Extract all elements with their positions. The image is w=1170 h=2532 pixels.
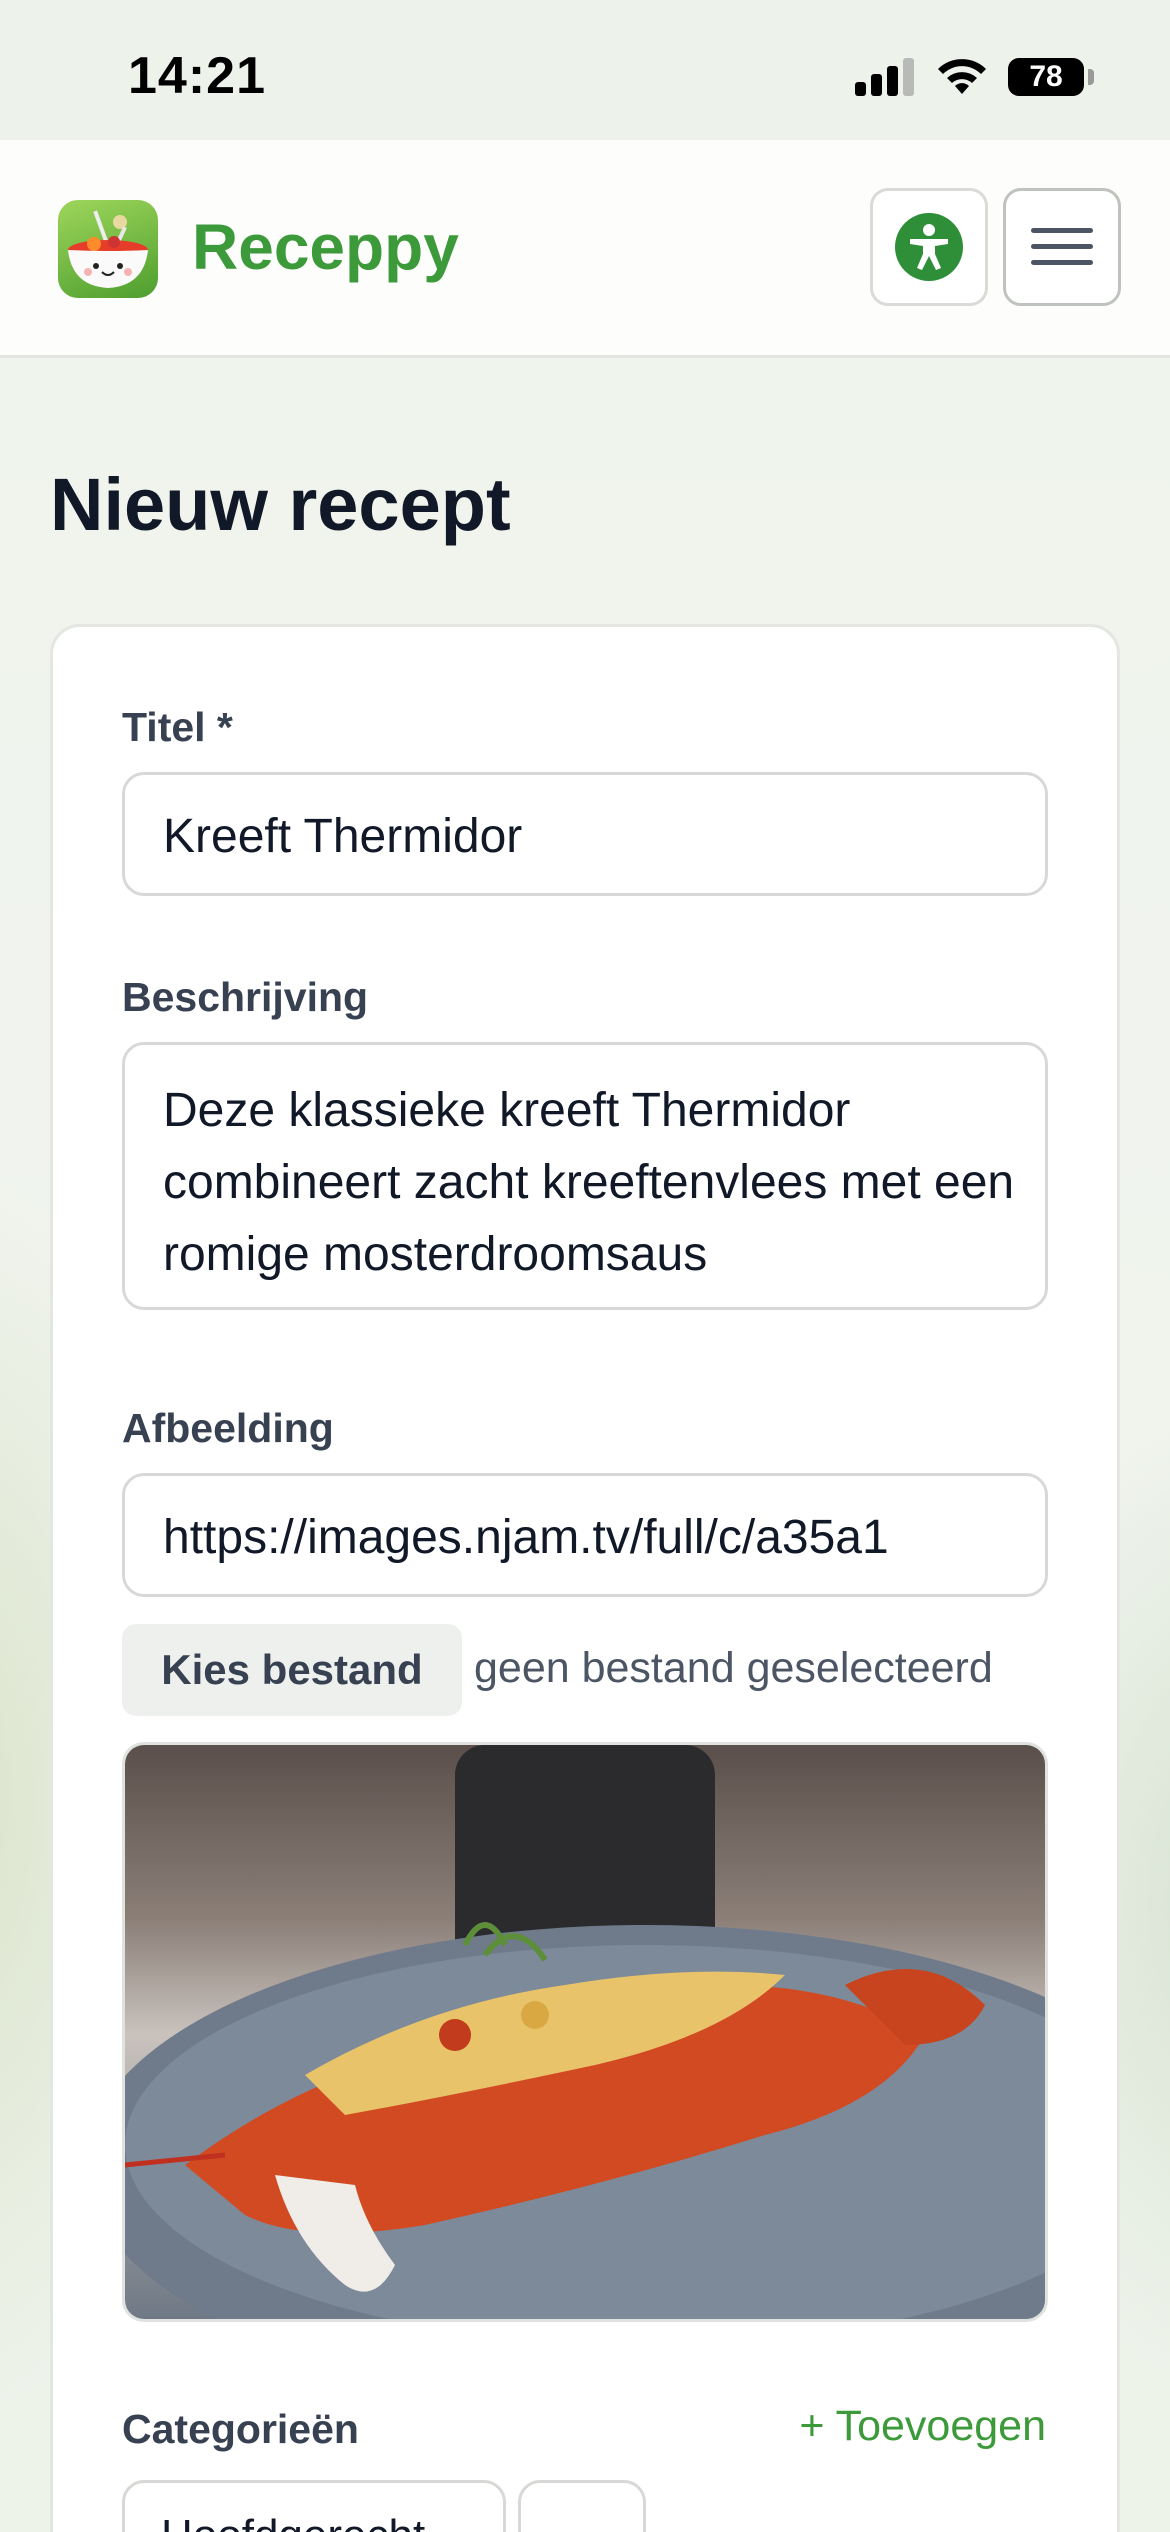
description-textarea[interactable]: Deze klassieke kreeft Thermidor combinee… bbox=[122, 1042, 1048, 1310]
image-url-input[interactable]: https://images.njam.tv/full/c/a35a1 bbox=[122, 1473, 1048, 1597]
title-label: Titel * bbox=[122, 704, 233, 750]
choose-file-button[interactable]: Kies bestand bbox=[122, 1624, 462, 1716]
description-label: Beschrijving bbox=[122, 974, 369, 1020]
battery-cap bbox=[1088, 69, 1094, 85]
app-header: Receppy bbox=[0, 140, 1170, 358]
status-time: 14:21 bbox=[128, 47, 266, 105]
brand-name[interactable]: Receppy bbox=[192, 210, 459, 284]
battery-indicator: 78 bbox=[1008, 58, 1084, 96]
image-preview bbox=[122, 1742, 1048, 2322]
category-select-value: Hoofdgerecht bbox=[161, 2511, 425, 2532]
category-remove-button[interactable] bbox=[518, 2480, 646, 2532]
app-screen: 14:21 78 Receppy Nieuw recept Titel * Kr… bbox=[0, 0, 1170, 2532]
menu-button[interactable] bbox=[1003, 188, 1121, 306]
wifi-icon bbox=[938, 59, 986, 94]
category-select[interactable]: Hoofdgerecht bbox=[122, 2480, 506, 2532]
lobster-dish-image bbox=[125, 1745, 1045, 2319]
cellular-signal-icon bbox=[855, 58, 915, 96]
app-logo-icon[interactable] bbox=[58, 200, 158, 298]
categories-label: Categorieën bbox=[122, 2406, 359, 2452]
file-status-text: geen bestand geselecteerd bbox=[474, 1644, 993, 1692]
title-input[interactable]: Kreeft Thermidor bbox=[122, 772, 1048, 896]
hamburger-menu-icon bbox=[1031, 228, 1093, 265]
title-input-value: Kreeft Thermidor bbox=[163, 810, 523, 863]
page-title: Nieuw recept bbox=[50, 463, 511, 546]
description-textarea-value: Deze klassieke kreeft Thermidor combinee… bbox=[163, 1084, 1015, 1281]
status-bar: 14:21 78 bbox=[0, 0, 1170, 140]
accessibility-icon bbox=[895, 213, 963, 281]
add-category-link[interactable]: + Toevoegen bbox=[799, 2402, 1046, 2451]
image-url-value: https://images.njam.tv/full/c/a35a1 bbox=[163, 1511, 889, 1564]
accessibility-button[interactable] bbox=[870, 188, 988, 306]
image-label: Afbeelding bbox=[122, 1405, 334, 1451]
